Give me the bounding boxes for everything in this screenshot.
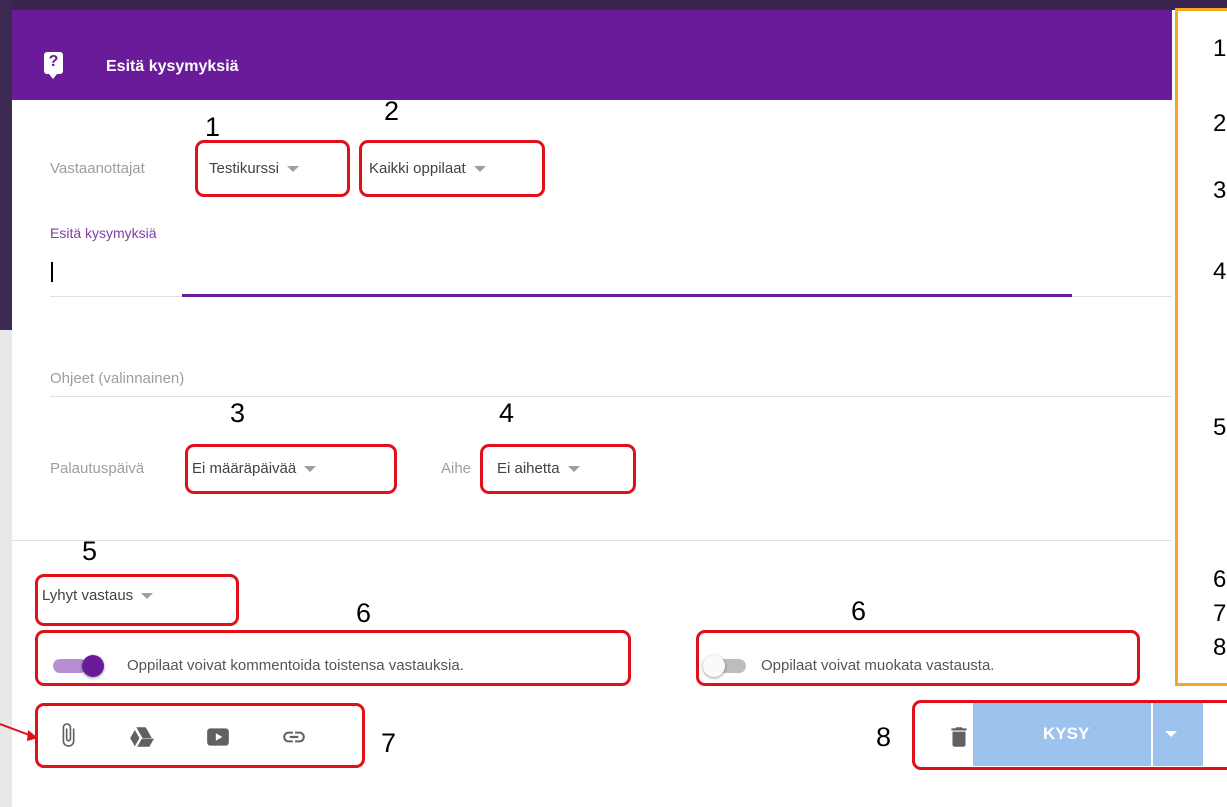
annotation-box-5 [35,574,239,626]
annotation-number: 4 [499,398,515,428]
side-legend-number: 2 [1213,110,1227,137]
annotation-box-2 [359,140,545,197]
annotation-number: 8 [876,722,892,752]
annotation-number: 3 [230,398,246,428]
topic-label: Aihe [441,460,472,477]
annotation-box-7 [35,703,365,768]
dialog-title: Esitä kysymyksiä [106,58,239,75]
question-input[interactable] [50,258,1170,288]
side-legend-number: 5 [1213,414,1227,441]
section-divider [12,540,1172,541]
question-icon: ? [44,52,63,79]
annotation-box-4 [480,444,636,494]
annotation-number: 2 [384,96,400,126]
due-date-label: Palautuspäivä [50,460,145,477]
annotation-number: 1 [205,112,221,142]
annotation-number: 7 [381,728,397,758]
side-legend-number: 7 [1213,600,1227,627]
instructions-underline [50,396,1172,397]
annotation-number: 5 [82,536,98,566]
question-field-label: Esitä kysymyksiä [50,225,157,241]
annotation-box-6b [696,630,1140,686]
side-legend-number: 3 [1213,177,1227,204]
side-legend-number: 1 [1213,35,1227,62]
dialog [12,10,1227,807]
annotation-box-1 [195,140,350,197]
side-legend-number: 6 [1213,566,1227,593]
side-legend-number: 4 [1213,258,1227,285]
instructions-input[interactable]: Ohjeet (valinnainen) [50,370,184,387]
annotation-box-3 [185,444,397,494]
side-legend-number: 8 [1213,634,1227,661]
background-top [0,0,1227,10]
annotation-box-8 [912,700,1227,770]
recipients-label: Vastaanottajat [50,160,145,177]
annotation-box-6a [35,630,631,686]
dialog-header: ? Esitä kysymyksiä [12,10,1172,100]
annotation-number: 6 [851,596,867,626]
annotation-arrow [0,723,38,741]
annotation-number: 6 [356,598,372,628]
question-underline-active [182,294,1072,297]
background-left [0,0,12,330]
